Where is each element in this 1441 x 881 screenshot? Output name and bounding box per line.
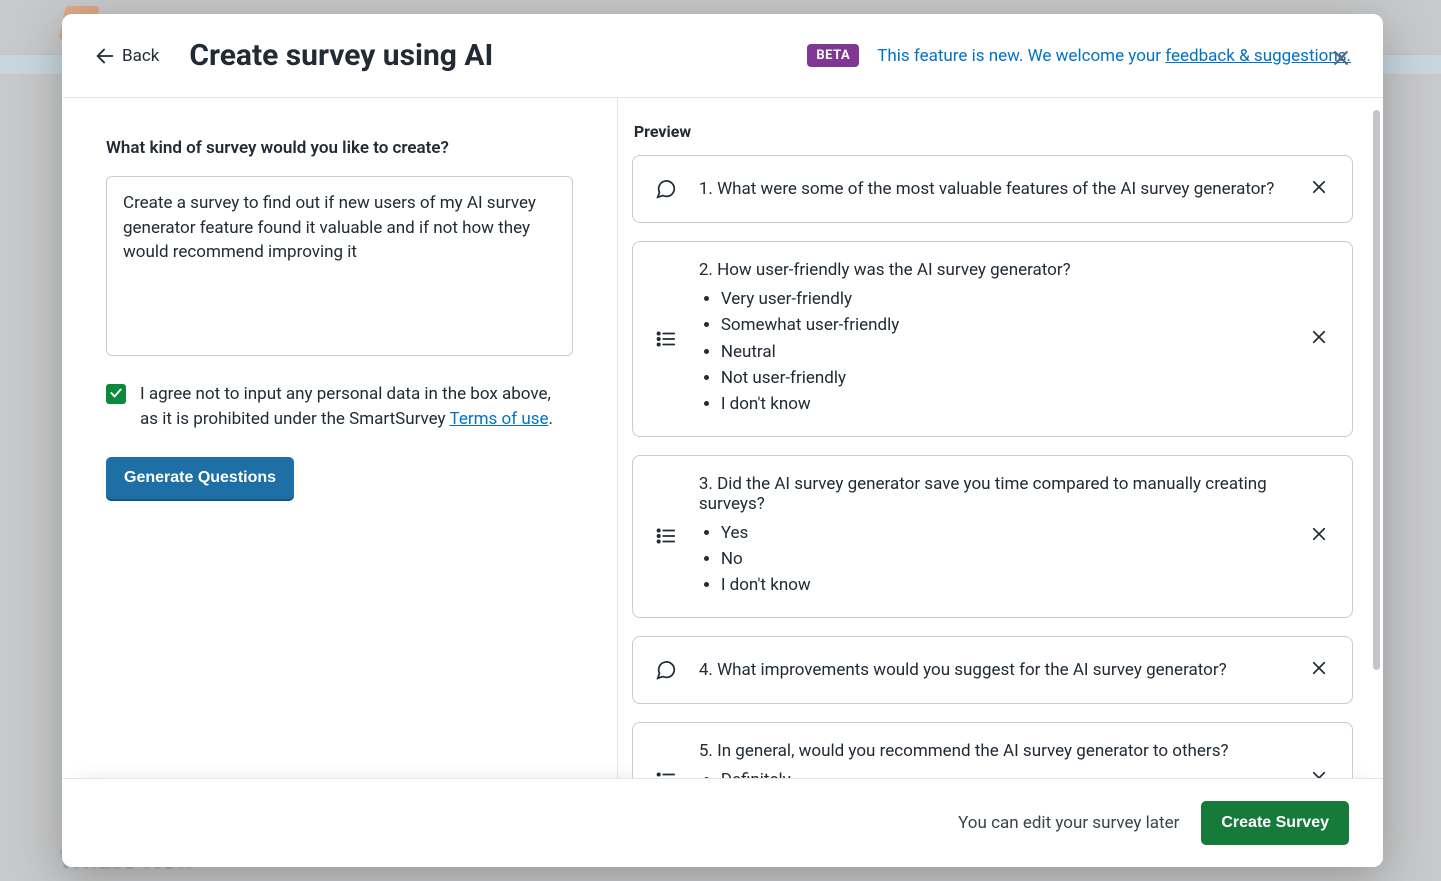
- agree-text: I agree not to input any personal data i…: [140, 382, 573, 431]
- agree-text-2: .: [548, 409, 552, 429]
- remove-question-button[interactable]: [1306, 324, 1332, 354]
- arrow-left-icon: [94, 45, 116, 67]
- comment-icon: [653, 659, 679, 681]
- question-card[interactable]: 5. In general, would you recommend the A…: [632, 722, 1353, 778]
- footer-note: You can edit your survey later: [958, 813, 1179, 833]
- beta-badge: BETA: [807, 44, 859, 67]
- generate-questions-button[interactable]: Generate Questions: [106, 457, 294, 499]
- close-icon: [1331, 53, 1351, 72]
- list-icon: [653, 525, 679, 547]
- close-icon: [1310, 772, 1328, 778]
- list-icon: [653, 328, 679, 350]
- close-icon: [1310, 181, 1328, 200]
- close-icon: [1310, 331, 1328, 350]
- question-title: 2. How user-friendly was the AI survey g…: [699, 260, 1286, 280]
- question-card[interactable]: 2. How user-friendly was the AI survey g…: [632, 241, 1353, 437]
- feedback-link[interactable]: feedback & suggestions.: [1165, 46, 1351, 66]
- prompt-input[interactable]: [106, 176, 573, 356]
- question-option: Very user-friendly: [721, 286, 1286, 312]
- prompt-label: What kind of survey would you like to cr…: [106, 138, 573, 158]
- question-title: 4. What improvements would you suggest f…: [699, 660, 1286, 680]
- question-content: 1. What were some of the most valuable f…: [699, 179, 1286, 199]
- header-right: BETA This feature is new. We welcome you…: [807, 44, 1351, 67]
- question-title: 5. In general, would you recommend the A…: [699, 741, 1286, 761]
- question-option: Somewhat user-friendly: [721, 312, 1286, 338]
- question-option: Yes: [721, 520, 1286, 546]
- question-title: 3. Did the AI survey generator save you …: [699, 474, 1286, 514]
- left-panel: What kind of survey would you like to cr…: [62, 98, 617, 778]
- agree-row: I agree not to input any personal data i…: [106, 382, 573, 431]
- back-label: Back: [122, 46, 159, 66]
- comment-icon: [653, 178, 679, 200]
- remove-question-button[interactable]: [1306, 174, 1332, 204]
- question-option: I don't know: [721, 572, 1286, 598]
- question-content: 5. In general, would you recommend the A…: [699, 741, 1286, 778]
- terms-of-use-link[interactable]: Terms of use: [450, 409, 549, 429]
- preview-title: Preview: [634, 122, 1353, 141]
- remove-question-button[interactable]: [1306, 765, 1332, 778]
- create-survey-ai-modal: Back Create survey using AI BETA This fe…: [62, 14, 1383, 867]
- create-survey-button[interactable]: Create Survey: [1201, 801, 1349, 845]
- close-icon: [1310, 662, 1328, 681]
- check-icon: [109, 385, 123, 404]
- question-content: 2. How user-friendly was the AI survey g…: [699, 260, 1286, 418]
- question-title: 1. What were some of the most valuable f…: [699, 179, 1286, 199]
- questions-list: 1. What were some of the most valuable f…: [632, 155, 1353, 778]
- agree-checkbox[interactable]: [106, 384, 126, 404]
- close-button[interactable]: [1327, 44, 1355, 76]
- list-icon: [653, 769, 679, 778]
- modal-body: What kind of survey would you like to cr…: [62, 98, 1383, 778]
- modal-header: Back Create survey using AI BETA This fe…: [62, 14, 1383, 98]
- question-card[interactable]: 4. What improvements would you suggest f…: [632, 636, 1353, 704]
- question-option: No: [721, 546, 1286, 572]
- question-option: Neutral: [721, 339, 1286, 365]
- back-button[interactable]: Back: [94, 45, 159, 67]
- remove-question-button[interactable]: [1306, 521, 1332, 551]
- remove-question-button[interactable]: [1306, 655, 1332, 685]
- question-content: 4. What improvements would you suggest f…: [699, 660, 1286, 680]
- scrollbar[interactable]: [1373, 110, 1380, 670]
- page-title: Create survey using AI: [189, 38, 493, 73]
- modal-footer: You can edit your survey later Create Su…: [62, 778, 1383, 867]
- feedback-intro: This feature is new. We welcome your: [877, 46, 1165, 66]
- question-options: DefinitelyProbably: [721, 767, 1286, 778]
- question-option: Not user-friendly: [721, 365, 1286, 391]
- question-option: I don't know: [721, 391, 1286, 417]
- question-option: Definitely: [721, 767, 1286, 778]
- feedback-text: This feature is new. We welcome your fee…: [877, 46, 1351, 66]
- question-options: Very user-friendlySomewhat user-friendly…: [721, 286, 1286, 418]
- question-card[interactable]: 3. Did the AI survey generator save you …: [632, 455, 1353, 618]
- question-card[interactable]: 1. What were some of the most valuable f…: [632, 155, 1353, 223]
- preview-panel: Preview 1. What were some of the most va…: [617, 98, 1383, 778]
- question-content: 3. Did the AI survey generator save you …: [699, 474, 1286, 599]
- close-icon: [1310, 528, 1328, 547]
- question-options: YesNoI don't know: [721, 520, 1286, 599]
